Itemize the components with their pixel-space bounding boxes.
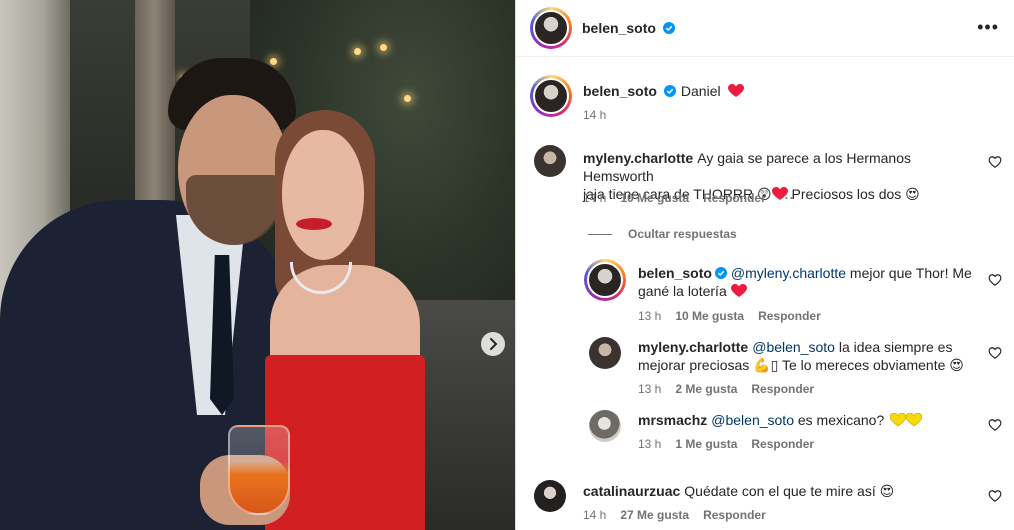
string-light: [270, 58, 277, 65]
yellow-heart-emoji-icon: [889, 412, 907, 427]
reply-body: mejor que Thor! Me: [849, 265, 972, 281]
string-light: [354, 48, 361, 55]
heart-outline-icon[interactable]: [988, 489, 1002, 503]
caption-body: Daniel: [680, 83, 721, 99]
heart-eyes-emoji-icon: 😍: [949, 358, 964, 374]
verified-badge-icon: [714, 267, 727, 279]
avatar[interactable]: [589, 337, 621, 369]
reply-body: gané la lotería: [638, 283, 727, 299]
reply-body: es mexicano?: [797, 412, 885, 428]
heart-outline-icon[interactable]: [988, 418, 1002, 432]
reply-button[interactable]: Responder: [703, 191, 766, 205]
comment-body: Quédate con el que te mire así: [684, 483, 876, 499]
reply-button[interactable]: Responder: [758, 309, 821, 323]
comment-likes[interactable]: 10 Me gusta: [620, 191, 689, 205]
mention-link[interactable]: @belen_soto: [711, 412, 794, 428]
reply-button[interactable]: Responder: [703, 508, 766, 522]
header-author: belen_soto: [582, 20, 675, 36]
avatar[interactable]: [534, 480, 566, 512]
yellow-heart-emoji-icon: [905, 412, 923, 427]
photo-woman-lips: [296, 218, 332, 230]
reply-body: mejorar preciosas: [638, 357, 750, 373]
reply-button[interactable]: Responder: [751, 382, 814, 396]
reply-text: mrsmachz @belen_soto es mexicano?: [638, 411, 978, 429]
reply-likes[interactable]: 10 Me gusta: [675, 309, 744, 323]
more-options-button[interactable]: •••: [977, 17, 999, 38]
comment-timestamp: 14 h: [583, 508, 607, 522]
red-heart-emoji-icon: [730, 284, 747, 297]
reply-text: belen_soto @myleny.charlotte mejor que Th…: [638, 264, 978, 300]
heart-outline-icon[interactable]: [988, 273, 1002, 287]
red-heart-emoji-icon: [727, 84, 744, 97]
reply-meta: 13 h 10 Me gusta Responder: [638, 309, 821, 323]
heart-eyes-emoji-icon: 😍: [905, 187, 920, 203]
reply-likes[interactable]: 2 Me gusta: [675, 382, 737, 396]
comment-username[interactable]: catalinaurzuac: [583, 483, 680, 499]
comment-timestamp: 14 h: [583, 191, 607, 205]
post-side-panel: belen_soto ••• belen_soto Daniel 14 h myl…: [515, 0, 1014, 530]
heart-outline-icon[interactable]: [988, 155, 1002, 169]
reply-timestamp: 13 h: [638, 382, 662, 396]
chevron-right-icon: [490, 338, 498, 350]
reply-username[interactable]: mrsmachz: [638, 412, 707, 428]
photo-drink-glass: [228, 425, 290, 515]
caption-meta: 14 h: [583, 108, 606, 122]
avatar[interactable]: [584, 259, 626, 301]
unknown-glyph-icon: ▯: [770, 358, 779, 374]
string-light: [404, 95, 411, 102]
avatar[interactable]: [589, 410, 621, 442]
author-username[interactable]: belen_soto: [582, 20, 656, 36]
reply-button[interactable]: Responder: [751, 437, 814, 451]
reply-timestamp: 13 h: [638, 309, 662, 323]
photo-woman-face: [282, 130, 364, 260]
avatar[interactable]: [530, 7, 572, 49]
flexed-biceps-emoji-icon: 💪: [753, 358, 771, 374]
heart-eyes-emoji-icon: 😍: [879, 484, 895, 500]
comment-options-button[interactable]: ···: [780, 191, 795, 205]
comment-username[interactable]: myleny.charlotte: [583, 150, 693, 166]
reply-body: la idea siempre es: [838, 339, 953, 355]
reply-timestamp: 13 h: [638, 437, 662, 451]
caption-username[interactable]: belen_soto: [583, 83, 657, 99]
reply-meta: 13 h 2 Me gusta Responder: [638, 382, 814, 396]
comment-likes[interactable]: 27 Me gusta: [620, 508, 689, 522]
avatar[interactable]: [530, 75, 572, 117]
string-light: [380, 44, 387, 51]
verified-badge-icon: [663, 85, 676, 97]
caption-timestamp: 14 h: [583, 108, 607, 122]
divider-line: [588, 233, 612, 235]
reply-text: myleny.charlotte @belen_soto la idea siem…: [638, 338, 978, 375]
comment-meta: 14 h 10 Me gusta Responder ···: [583, 191, 795, 205]
reply-username[interactable]: belen_soto: [638, 265, 712, 281]
reply-username[interactable]: myleny.charlotte: [638, 339, 748, 355]
heart-outline-icon[interactable]: [988, 346, 1002, 360]
comment-body: Preciosos los dos: [791, 186, 902, 202]
comment-meta: 14 h 27 Me gusta Responder: [583, 508, 766, 522]
verified-badge-icon: [662, 22, 675, 34]
post-header: belen_soto •••: [516, 0, 1014, 57]
post-photo[interactable]: [0, 0, 515, 530]
mention-link[interactable]: @belen_soto: [752, 339, 835, 355]
caption-text: belen_soto Daniel: [583, 82, 943, 100]
reply-body: Te lo mereces obviamente: [781, 357, 946, 373]
hide-replies-label: Ocultar respuestas: [628, 227, 737, 241]
reply-meta: 13 h 1 Me gusta Responder: [638, 437, 814, 451]
avatar[interactable]: [534, 145, 566, 177]
comment-text: catalinaurzuac Quédate con el que te mire…: [583, 482, 983, 501]
hide-replies-button[interactable]: Ocultar respuestas: [588, 227, 737, 241]
reply-likes[interactable]: 1 Me gusta: [675, 437, 737, 451]
next-photo-button[interactable]: [481, 332, 505, 356]
mention-link[interactable]: @myleny.charlotte: [731, 265, 846, 281]
